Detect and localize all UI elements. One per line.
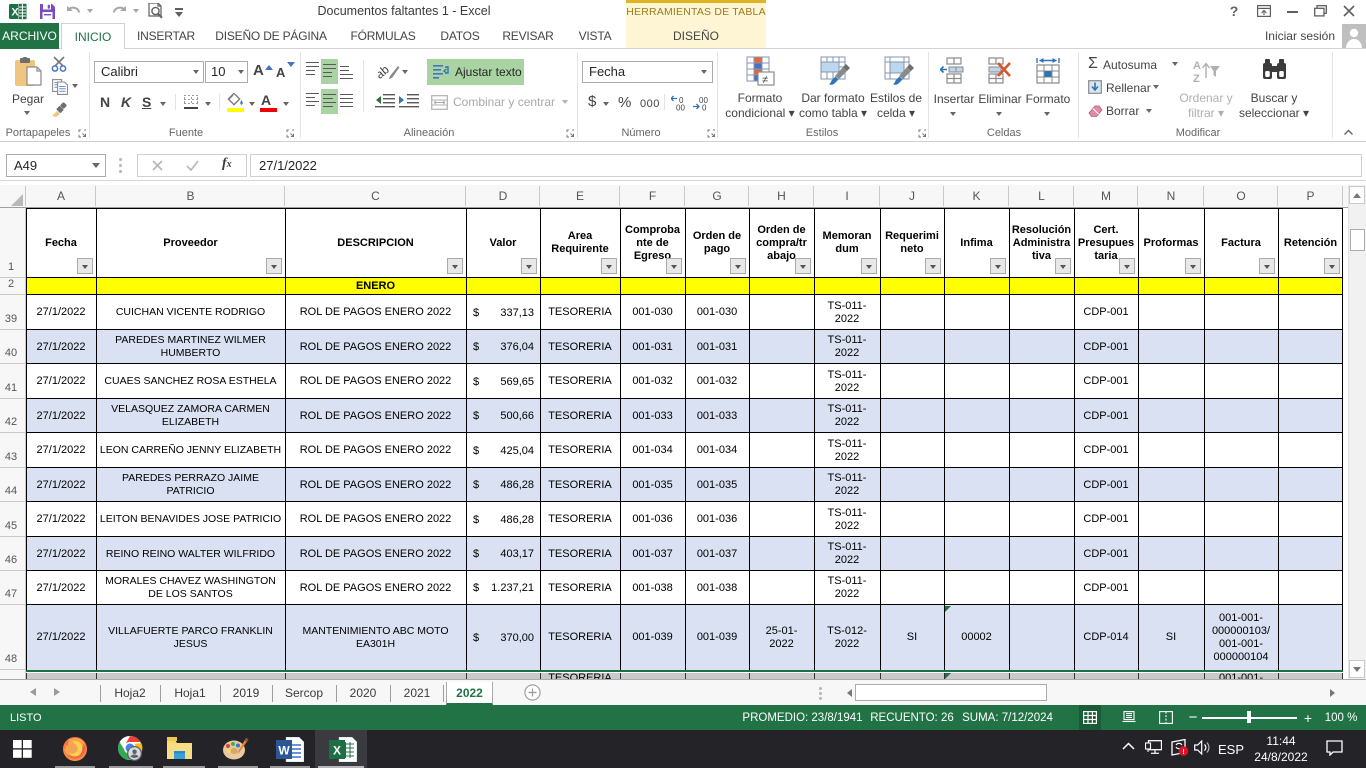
svg-text:Z: Z (1193, 73, 1200, 85)
svg-text:≠: ≠ (762, 74, 768, 86)
svg-text:00: 00 (676, 104, 685, 112)
svg-text:X: X (333, 744, 341, 758)
svg-text:ab: ab (378, 62, 392, 82)
svg-text:X: X (11, 7, 19, 19)
svg-text:W: W (278, 744, 290, 758)
svg-text:A: A (1193, 60, 1201, 72)
svg-text:!: ! (1182, 749, 1184, 756)
